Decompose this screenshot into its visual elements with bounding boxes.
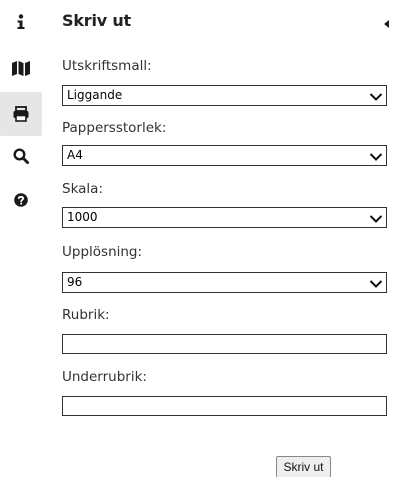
print-submit-button[interactable]: Skriv ut xyxy=(276,456,331,477)
printer-icon xyxy=(13,106,29,122)
paper-size-select[interactable]: A4 xyxy=(62,145,387,166)
collapse-panel-button[interactable] xyxy=(381,16,391,28)
scale-select[interactable]: 1000 xyxy=(62,207,387,228)
paper-size-select-value: A4 xyxy=(67,148,83,162)
side-toolbar xyxy=(0,0,44,477)
resolution-select-value: 96 xyxy=(67,275,83,289)
help-icon xyxy=(14,193,28,207)
subtitle-label: Underrubrik: xyxy=(62,369,147,385)
print-tool-button[interactable] xyxy=(0,92,42,136)
resolution-select[interactable]: 96 xyxy=(62,272,387,293)
panel-title: Skriv ut xyxy=(62,11,131,30)
subtitle-input[interactable] xyxy=(62,396,387,416)
print-panel: Skriv ut Utskriftsmall: Liggande Pappers… xyxy=(56,0,391,477)
chevron-down-icon xyxy=(369,211,383,225)
paper-size-label: Pappersstorlek: xyxy=(62,120,167,136)
template-select[interactable]: Liggande xyxy=(62,85,387,106)
map-button[interactable] xyxy=(0,46,42,90)
title-input[interactable] xyxy=(62,334,387,354)
search-icon xyxy=(13,148,29,164)
chevron-down-icon xyxy=(369,89,383,103)
resolution-label: Upplösning: xyxy=(62,244,143,260)
search-button[interactable] xyxy=(0,134,42,178)
panel-header: Skriv ut xyxy=(56,0,391,44)
template-label: Utskriftsmall: xyxy=(62,58,152,74)
scale-label: Skala: xyxy=(62,181,103,197)
print-app: Skriv ut Utskriftsmall: Liggande Pappers… xyxy=(0,0,395,477)
info-icon xyxy=(16,14,26,30)
template-select-value: Liggande xyxy=(67,88,123,102)
help-button[interactable] xyxy=(0,178,42,222)
chevron-down-icon xyxy=(369,276,383,290)
scale-select-value: 1000 xyxy=(67,210,98,224)
info-button[interactable] xyxy=(0,0,42,44)
title-label: Rubrik: xyxy=(62,307,110,323)
map-icon xyxy=(12,60,30,76)
chevron-down-icon xyxy=(369,149,383,163)
collapse-left-icon xyxy=(383,13,389,32)
